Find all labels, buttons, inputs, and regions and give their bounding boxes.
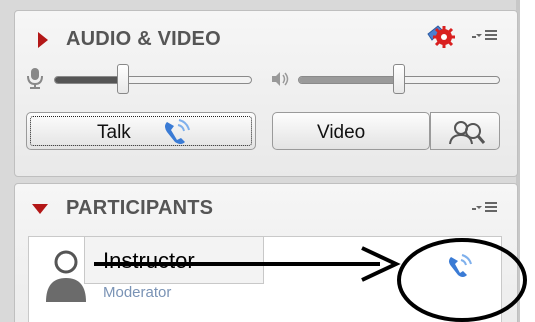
annotation-overlay: [94, 238, 527, 322]
annotation-circle: [397, 238, 527, 322]
